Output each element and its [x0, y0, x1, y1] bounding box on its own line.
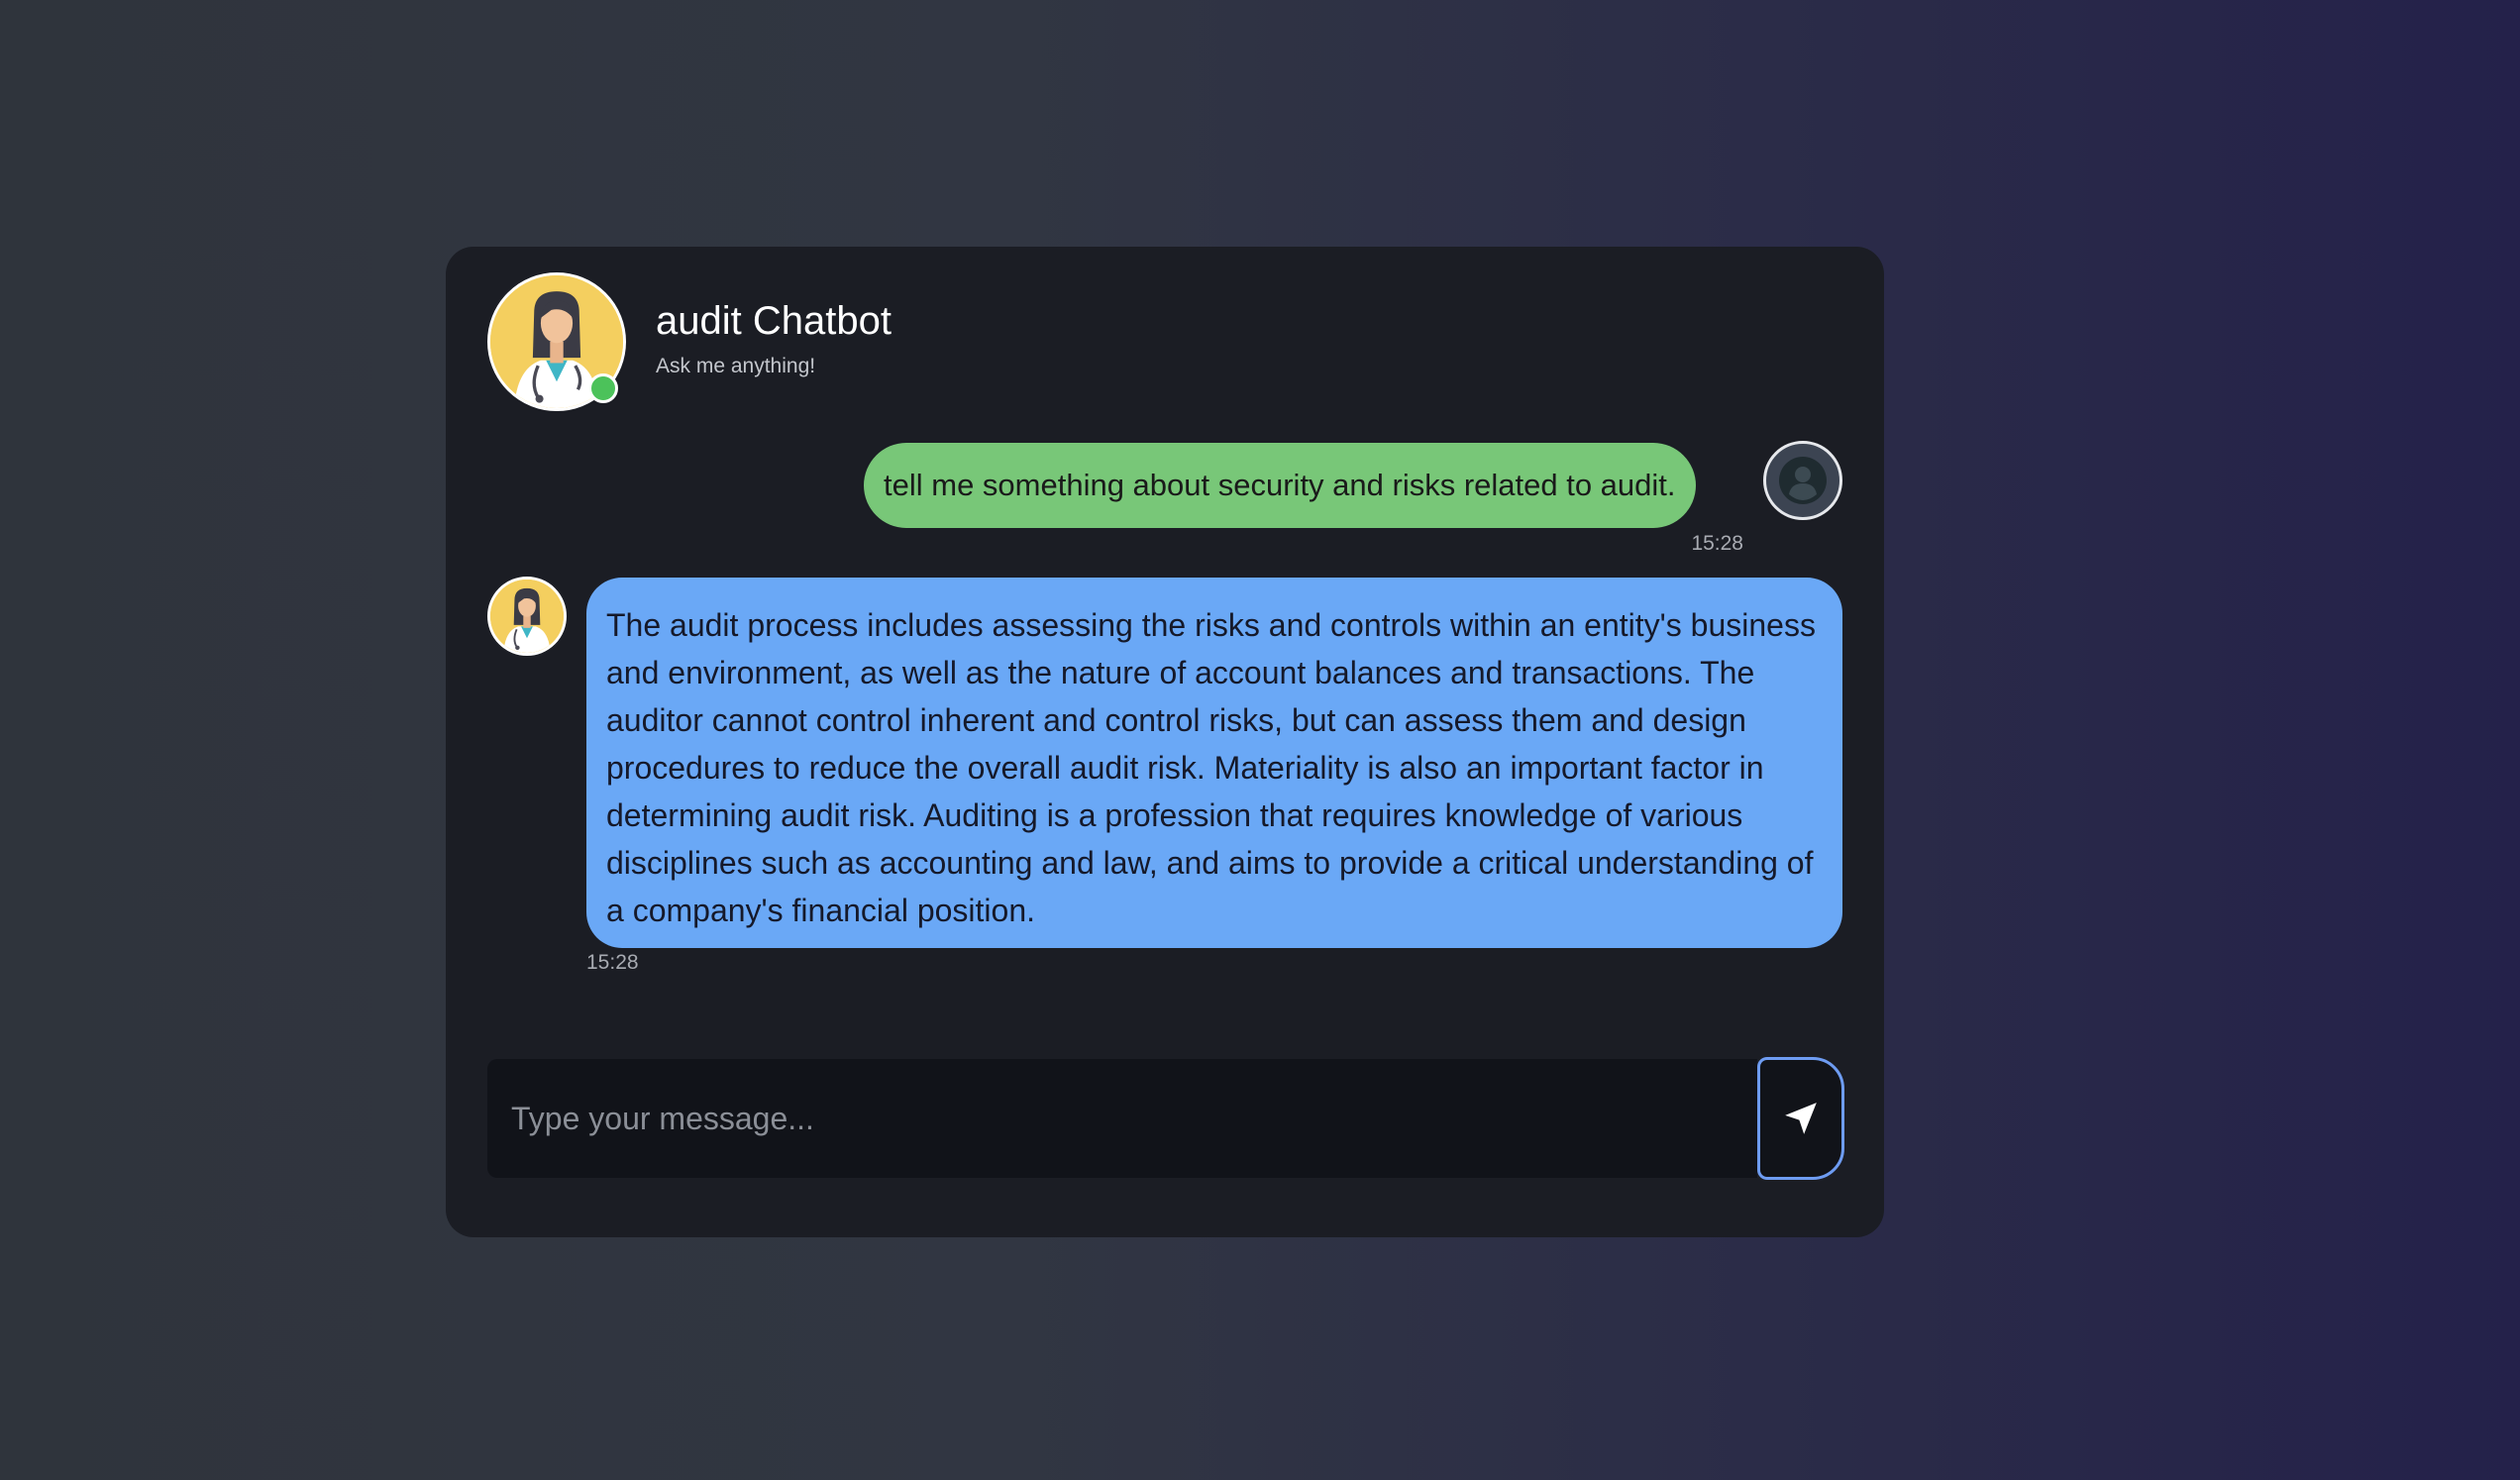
- chat-title: audit Chatbot: [656, 299, 892, 343]
- bot-message-bubble: The audit process includes assessing the…: [586, 578, 1842, 948]
- user-message-timestamp: 15:28: [1691, 532, 1743, 555]
- doctor-avatar-icon: [487, 577, 567, 656]
- bot-message-timestamp: 15:28: [586, 951, 639, 974]
- user-circle-icon: [1763, 441, 1842, 520]
- chat-subtitle: Ask me anything!: [656, 355, 816, 377]
- user-message: tell me something about security and ris…: [864, 443, 1696, 528]
- send-arrow-icon: [1785, 1103, 1817, 1134]
- bot-message-avatar: [487, 577, 567, 656]
- header-text: audit Chatbot Ask me anything!: [656, 297, 892, 378]
- user-message-bubble: tell me something about security and ris…: [864, 443, 1696, 528]
- message-input[interactable]: [487, 1059, 1757, 1178]
- send-button[interactable]: [1757, 1057, 1844, 1180]
- chat-window: audit Chatbot Ask me anything! tell me s…: [446, 247, 1884, 1237]
- message-composer: [487, 1057, 1844, 1180]
- chat-header: audit Chatbot Ask me anything!: [487, 272, 892, 411]
- bot-avatar: [487, 272, 626, 411]
- online-status-dot: [588, 373, 618, 403]
